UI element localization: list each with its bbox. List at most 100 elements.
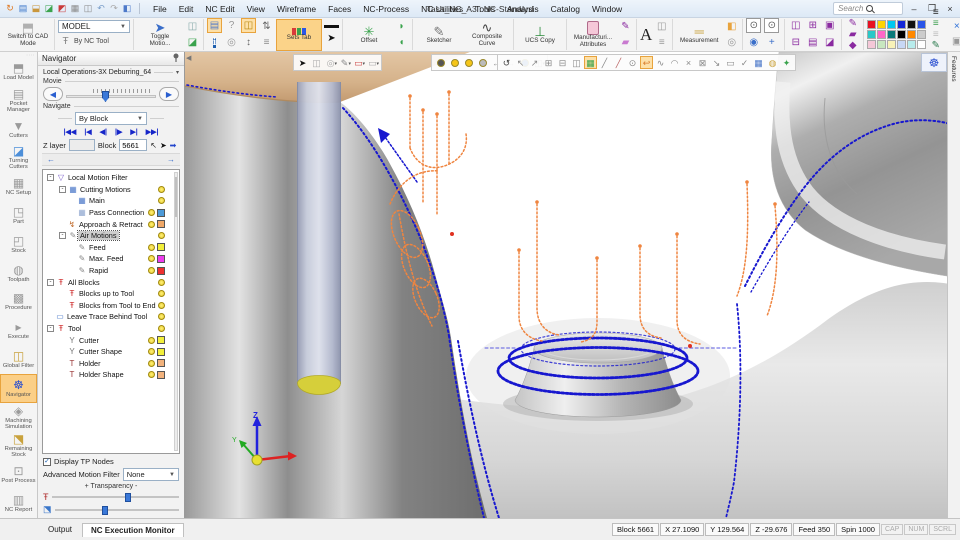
menu-item[interactable]: Faces <box>323 3 356 15</box>
tree-row[interactable]: - Ŧ All Blocks <box>43 276 179 288</box>
color-swatch[interactable] <box>157 336 165 344</box>
viewport-tool-icon[interactable]: ✎▾ <box>338 56 351 69</box>
display-option-icon[interactable]: ↕ <box>241 35 256 50</box>
search-input[interactable]: Search <box>833 2 903 15</box>
quick-access-icon[interactable]: ↷ <box>108 3 120 15</box>
window-arrange-icon[interactable]: ◪ <box>822 35 837 50</box>
text-tool-button[interactable]: A <box>640 25 652 45</box>
visibility-icon[interactable] <box>448 56 461 69</box>
step-forward-arrow[interactable]: → <box>167 155 175 164</box>
color-swatch[interactable] <box>887 40 896 49</box>
viewport-tool-icon[interactable]: ▭▾ <box>352 56 365 69</box>
edit-tool-icon[interactable]: ⊙ <box>626 56 639 69</box>
tree-item-label[interactable]: Tool <box>66 324 83 333</box>
window-arrange-icon[interactable]: ◫ <box>788 18 803 33</box>
shade-model-icon[interactable]: ◪ <box>185 35 200 50</box>
playback-button[interactable]: |◀ <box>82 127 93 137</box>
menu-item[interactable]: NC Edit <box>200 3 239 15</box>
search-icon[interactable] <box>866 5 873 12</box>
playback-button[interactable]: ◀| <box>98 127 109 137</box>
color-swatch[interactable] <box>867 20 876 29</box>
rail-item[interactable]: ⊡ Post Process <box>0 460 37 489</box>
visibility-bulb-icon[interactable] <box>158 279 165 286</box>
menu-item[interactable]: Tools <box>470 3 500 15</box>
features-tab-label[interactable]: Features <box>950 52 957 82</box>
playback-button[interactable]: ▶▶| <box>144 127 161 137</box>
window-arrange-icon[interactable]: ▣ <box>822 18 837 33</box>
color-swatch[interactable] <box>897 40 906 49</box>
rail-item[interactable]: ▸ Execute <box>0 316 37 345</box>
attribute-pen-icon[interactable]: ✎ <box>618 19 633 34</box>
rail-item[interactable]: ◫ Global Filter <box>0 345 37 374</box>
color-swatch[interactable] <box>157 267 165 275</box>
playback-button[interactable]: ▶| <box>128 127 139 137</box>
rail-item[interactable]: ▦ NC Setup <box>0 172 37 201</box>
pick-cursor-icon[interactable]: ➤ <box>324 31 339 46</box>
zoom-tool-icon[interactable]: ⊙ <box>746 18 761 33</box>
viewport-tool-icon[interactable]: ◫ <box>310 56 323 69</box>
tree-expander[interactable]: - <box>59 232 66 239</box>
display-tp-nodes-checkbox[interactable]: ✓ <box>43 458 51 466</box>
brush-icon[interactable]: ▰ <box>845 30 860 40</box>
tree-row[interactable]: Y Cutter Shape <box>43 346 179 358</box>
tree-item-label[interactable]: Holder <box>77 359 103 368</box>
visibility-bulb-icon[interactable] <box>158 325 165 332</box>
display-option-icon[interactable]: ℹ <box>207 35 222 50</box>
color-swatch[interactable] <box>157 220 165 228</box>
edit-tool-icon[interactable]: ▭ <box>724 56 737 69</box>
tree-row[interactable]: ▦ Main <box>43 195 179 207</box>
rail-item[interactable]: ⬔ Remaining Stock <box>0 432 37 461</box>
tree-item-label[interactable]: Approach & Retract <box>77 220 145 229</box>
tree-item-label[interactable]: All Blocks <box>66 278 102 287</box>
visibility-bulb-icon[interactable] <box>158 186 165 193</box>
color-swatch[interactable] <box>157 359 165 367</box>
panel-collapse-arrow[interactable]: ◀ <box>186 54 191 62</box>
rail-item[interactable]: ▤ Pocket Manager <box>0 86 37 115</box>
sets-tab-button[interactable]: Sets Tab <box>276 19 322 51</box>
color-swatch[interactable] <box>887 30 896 39</box>
edit-tool-icon[interactable]: ◠ <box>668 56 681 69</box>
visibility-bulb-icon[interactable] <box>148 221 155 228</box>
display-option-icon[interactable]: ◎ <box>224 35 239 50</box>
rail-item[interactable]: ⬒ Load Model <box>0 57 37 86</box>
tree-item-label[interactable]: Main <box>87 196 107 205</box>
color-swatch[interactable] <box>897 20 906 29</box>
by-nc-tool-label[interactable]: By NC Tool <box>74 38 109 45</box>
viewport-3d[interactable]: Z Y ◀ ➤◫◎▾✎▾▭▾▭▾ ←→◫▾ ↺↖↗⊞⊟◫▦╱╱⊙↩∿◠×⊠↘▭✓… <box>185 52 960 518</box>
tree-row[interactable]: Y Cutter <box>43 334 179 346</box>
edit-tool-icon[interactable]: ↖ <box>514 56 527 69</box>
composite-curve-button[interactable]: ∿ Composite Curve <box>464 19 510 51</box>
pick-block-icon[interactable]: ↖ <box>150 141 157 150</box>
color-swatch[interactable] <box>897 30 906 39</box>
color-swatch[interactable] <box>157 348 165 356</box>
brush-icon[interactable]: ◆ <box>845 41 860 51</box>
stock-transparency-slider[interactable] <box>55 505 179 515</box>
edit-tool-icon[interactable]: ╱ <box>598 56 611 69</box>
quick-access-icon[interactable]: ◫ <box>82 3 94 15</box>
visibility-bulb-icon[interactable] <box>148 360 155 367</box>
edit-tool-icon[interactable]: ↺ <box>500 56 513 69</box>
bottom-tab[interactable]: Output <box>40 523 80 537</box>
quick-access-icon[interactable]: ▤ <box>17 3 29 15</box>
analysis-icon[interactable]: ◧ <box>724 19 739 34</box>
tree-row[interactable]: - ▽ Local Motion Filter <box>43 172 179 184</box>
edit-tool-icon[interactable]: ⊠ <box>696 56 709 69</box>
tree-item-label[interactable]: Air Motions <box>78 231 119 240</box>
zoom-tool-icon[interactable]: ⊙ <box>764 18 779 33</box>
edit-tool-icon[interactable]: ⊞ <box>542 56 555 69</box>
color-swatch[interactable] <box>877 40 886 49</box>
close-button[interactable]: × <box>943 2 957 15</box>
menu-item[interactable]: Window <box>587 3 627 15</box>
hide-tool-icon[interactable]: ◫ <box>185 19 200 34</box>
visibility-bulb-icon[interactable] <box>148 255 155 262</box>
menu-item[interactable]: NC-Process <box>358 3 414 15</box>
color-swatch[interactable] <box>157 209 165 217</box>
tree-row[interactable]: ▦ Pass Connection <box>43 207 179 219</box>
quick-access-icon[interactable]: ◩ <box>56 3 68 15</box>
cursor-icon[interactable]: ➤ <box>160 141 167 150</box>
edit-tool-icon[interactable]: ✦ <box>780 56 793 69</box>
viewport-canvas[interactable]: Z Y <box>185 52 960 518</box>
edit-tool-icon[interactable]: ▦ <box>584 56 597 69</box>
color-swatch[interactable] <box>157 255 165 263</box>
tool-transparency-slider[interactable] <box>52 492 180 502</box>
